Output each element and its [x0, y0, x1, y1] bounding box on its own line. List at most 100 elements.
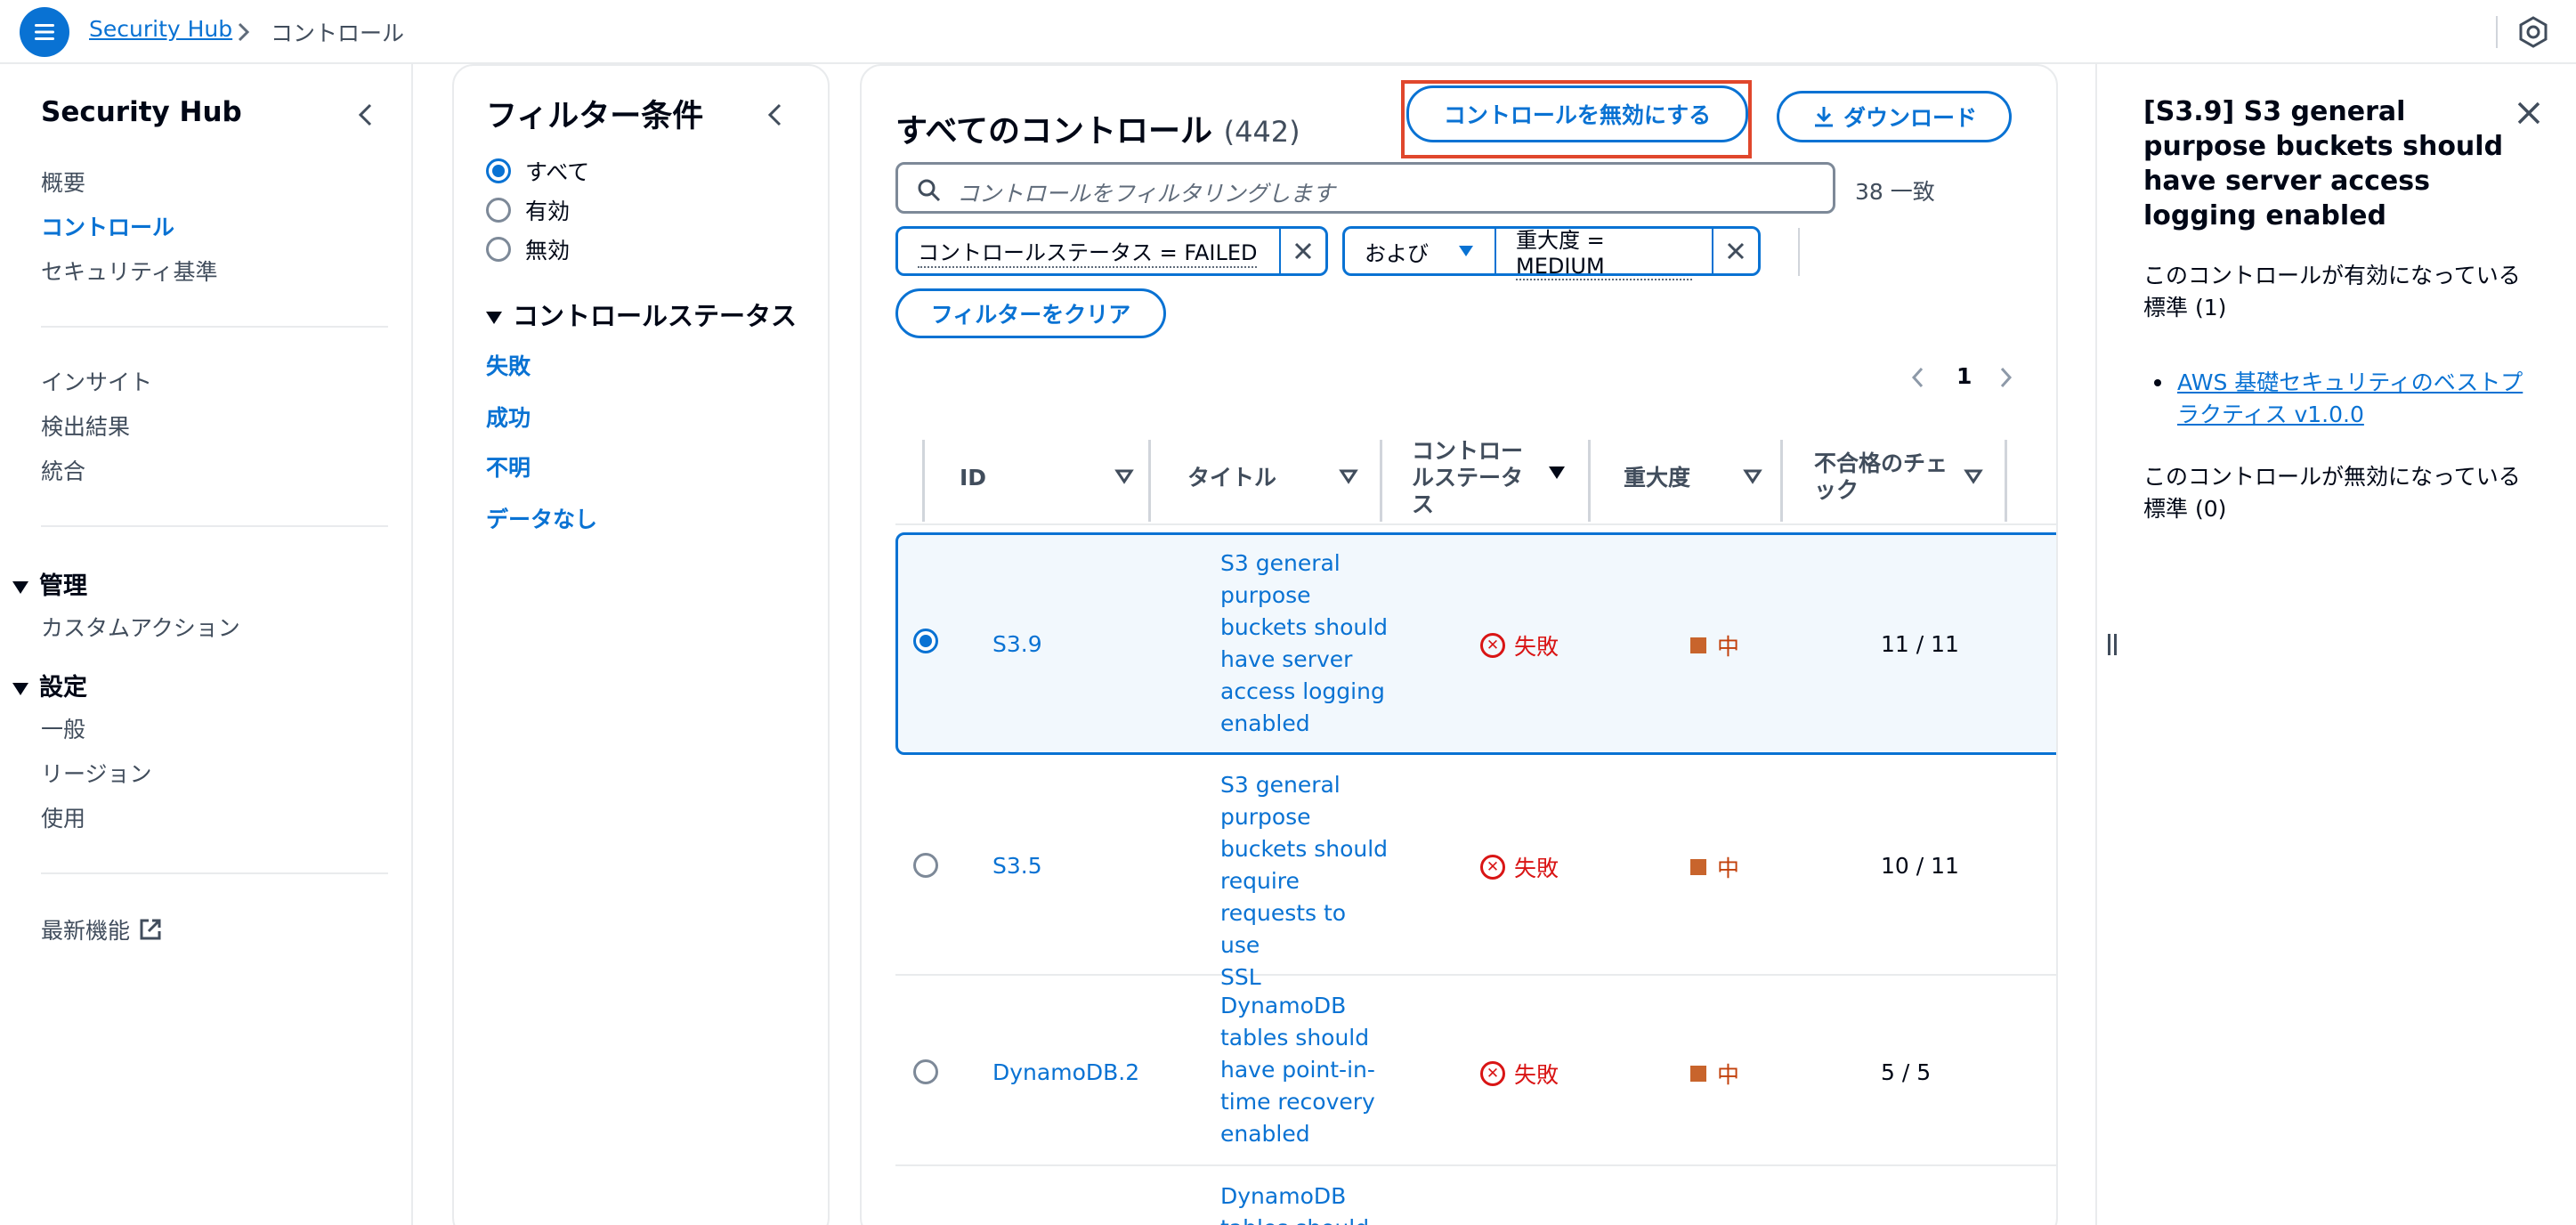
control-status-section[interactable]: コントロールステータス: [486, 296, 797, 333]
nav-item-findings[interactable]: 検出結果: [41, 410, 130, 442]
sort-icon[interactable]: [1547, 463, 1567, 483]
download-button[interactable]: ダウンロード: [1777, 91, 2012, 142]
header-line: ス: [1412, 491, 1435, 517]
menu-button[interactable]: [20, 7, 69, 57]
control-title-link[interactable]: DynamoDB tables should have point-in-time …: [1220, 990, 1389, 1150]
filter-token-severity[interactable]: および 重大度 = MEDIUM: [1342, 226, 1761, 280]
nav-item-usage[interactable]: 使用: [41, 801, 85, 833]
table-row[interactable]: DynamoDB.2 DynamoDB tables should have poi…: [895, 978, 2056, 1166]
column-divider: [922, 440, 925, 522]
current-page[interactable]: 1: [1956, 363, 1972, 389]
token-operator-label: および: [1365, 240, 1429, 266]
failed-checks: 5 / 5: [1881, 1059, 1932, 1085]
radio-indicator[interactable]: [486, 198, 511, 223]
nav-group-settings[interactable]: 設定: [12, 668, 87, 702]
whats-new-label: 最新機能: [41, 918, 131, 944]
table-header: ID タイトル コントロー ルステータ ス 重大度 不合格のチェ ック: [895, 429, 2056, 525]
sort-icon[interactable]: [1114, 466, 1134, 486]
row-select-radio[interactable]: [913, 853, 938, 878]
table-row[interactable]: S3.5 S3 general purpose buckets should requ…: [895, 759, 2056, 990]
control-id-link[interactable]: DynamoDB.2: [992, 1059, 1139, 1085]
radio-disabled[interactable]: 無効: [486, 233, 570, 265]
close-icon[interactable]: [2514, 98, 2544, 128]
control-id-link[interactable]: S3.5: [992, 853, 1042, 879]
collapse-filter-icon[interactable]: [762, 100, 789, 130]
disable-control-label: コントロールを無効にする: [1443, 102, 1712, 128]
nav-item-custom-actions[interactable]: カスタムアクション: [41, 611, 240, 643]
external-link-icon: [140, 919, 161, 940]
radio-enabled[interactable]: 有効: [486, 194, 570, 226]
collapse-nav-icon[interactable]: [352, 100, 379, 130]
column-header-severity[interactable]: 重大度: [1624, 465, 1690, 491]
top-bar: Security Hub コントロール: [0, 0, 2576, 64]
nav-item-security-standards[interactable]: セキュリティ基準: [41, 255, 218, 287]
failed-icon: ✕: [1480, 1061, 1505, 1086]
breadcrumb-current: コントロール: [271, 20, 405, 46]
breadcrumb-security-hub[interactable]: Security Hub: [89, 16, 232, 42]
nav-item-whats-new[interactable]: 最新機能: [41, 913, 164, 945]
column-header-id[interactable]: ID: [960, 465, 986, 491]
control-title-link[interactable]: S3 general purpose buckets should have serv…: [1220, 548, 1389, 740]
radio-indicator[interactable]: [486, 158, 511, 183]
radio-indicator[interactable]: [486, 237, 511, 262]
sort-icon[interactable]: [1339, 466, 1358, 486]
row-select-radio[interactable]: [913, 629, 938, 653]
previous-page-icon[interactable]: [1908, 363, 1928, 392]
next-page-icon[interactable]: [1996, 363, 2015, 392]
detail-split-panel: [S3.9] S3 general purpose buckets should…: [2095, 64, 2576, 1225]
disable-control-button[interactable]: コントロールを無効にする: [1406, 85, 1748, 142]
remove-token-button[interactable]: [1281, 229, 1325, 273]
token-operator-select[interactable]: および: [1345, 229, 1495, 273]
status-link-passed[interactable]: 成功: [486, 401, 531, 433]
nav-item-general[interactable]: 一般: [41, 712, 85, 744]
match-count: 38 一致: [1855, 179, 1935, 205]
row-select-radio[interactable]: [913, 1059, 938, 1084]
column-header-control-status[interactable]: コントロー ルステータ ス: [1412, 438, 1523, 518]
filter-search-input[interactable]: コントロールをフィルタリングします: [895, 162, 1835, 214]
standard-link[interactable]: AWS 基礎セキュリティのベストプラクティス v1.0.0: [2177, 369, 2523, 427]
remove-token-button[interactable]: [1713, 229, 1758, 273]
close-icon: [1727, 242, 1745, 260]
column-divider: [2005, 440, 2007, 522]
status-link-unknown[interactable]: 不明: [486, 450, 531, 483]
table-row[interactable]: DynamoDBtables should: [895, 1168, 2056, 1225]
table-row[interactable]: S3.9 S3 general purpose buckets should have…: [895, 532, 2056, 755]
radio-all[interactable]: すべて: [486, 155, 589, 187]
status-link-failed[interactable]: 失敗: [486, 349, 531, 381]
nav-item-integrations[interactable]: 統合: [41, 454, 85, 486]
filter-token-status[interactable]: コントロールステータス = FAILED: [895, 226, 1328, 276]
failed-icon: ✕: [1480, 633, 1505, 658]
sort-icon[interactable]: [1743, 466, 1762, 486]
caret-down-icon: [1459, 246, 1473, 256]
token-label[interactable]: コントロールステータス = FAILED: [898, 229, 1279, 273]
nav-item-controls[interactable]: コントロール: [41, 210, 174, 242]
failed-checks: 11 / 11: [1881, 631, 1959, 657]
status-failed: ✕ 失敗: [1480, 851, 1559, 883]
control-title-link[interactable]: DynamoDBtables should: [1220, 1180, 1389, 1225]
token-label[interactable]: 重大度 = MEDIUM: [1496, 228, 1712, 280]
severity-medium: 中: [1690, 629, 1739, 661]
download-icon: [1814, 107, 1833, 127]
nav-item-insights[interactable]: インサイト: [41, 365, 152, 397]
token-divider: [1798, 228, 1800, 276]
sort-icon[interactable]: [1964, 466, 1983, 486]
settings-hexagon-icon[interactable]: [2515, 14, 2551, 50]
controls-count: (442): [1223, 115, 1300, 149]
search-placeholder: コントロールをフィルタリングします: [957, 181, 1335, 207]
caret-down-icon: [486, 312, 502, 324]
control-id-link[interactable]: S3.9: [992, 631, 1042, 657]
clear-filters-button[interactable]: フィルターをクリア: [895, 288, 1166, 338]
nav-group-admin[interactable]: 管理: [12, 566, 87, 601]
side-navigation: Security Hub 概要 コントロール セキュリティ基準 インサイト 検出…: [0, 64, 413, 1225]
control-title-link[interactable]: S3 general purpose buckets should require re…: [1220, 769, 1389, 994]
status-link-no-data[interactable]: データなし: [486, 502, 597, 534]
radio-label: すべて: [525, 159, 590, 185]
nav-item-regions[interactable]: リージョン: [41, 757, 152, 789]
nav-item-overview[interactable]: 概要: [41, 166, 85, 198]
column-header-failed-checks[interactable]: 不合格のチェ ック: [1814, 450, 1948, 504]
hamburger-icon: [35, 24, 54, 40]
caret-down-icon: [12, 682, 28, 695]
column-header-title[interactable]: タイトル: [1187, 465, 1276, 491]
bullet: [2154, 379, 2161, 386]
detail-title: [S3.9] S3 general purpose buckets should…: [2143, 96, 2504, 231]
